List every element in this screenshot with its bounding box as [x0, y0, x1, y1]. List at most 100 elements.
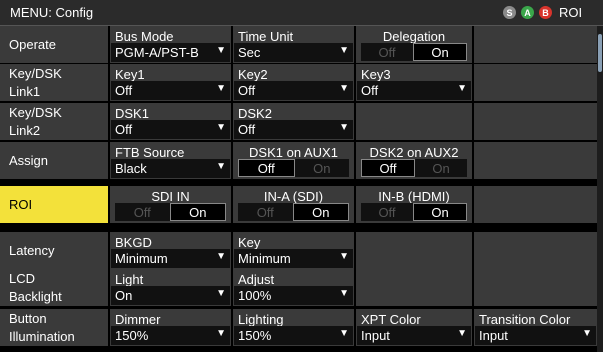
- on-off-toggle[interactable]: Off On: [238, 203, 349, 221]
- setting-dropdown[interactable]: Black ▼: [111, 159, 230, 178]
- toggle-off-option[interactable]: Off: [361, 43, 413, 61]
- triangle-down-icon: ▼: [216, 328, 226, 339]
- row-label: Latency: [0, 232, 108, 269]
- row-label: ROI: [0, 186, 108, 223]
- setting-dropdown[interactable]: 150% ▼: [111, 326, 230, 345]
- setting-cell: Key Minimum ▼: [233, 232, 354, 269]
- config-row: Latency BKGD Minimum ▼ Key Minimum ▼: [0, 232, 597, 269]
- on-off-toggle[interactable]: Off On: [361, 159, 467, 177]
- setting-cell: Transition Color Input ▼: [474, 309, 597, 346]
- setting-dropdown[interactable]: Off ▼: [111, 81, 230, 100]
- setting-cell: IN-A (SDI) Off On: [233, 186, 354, 223]
- empty-cell: [356, 103, 472, 140]
- dropdown-value: 150%: [238, 328, 272, 343]
- setting-cell: Adjust 100% ▼: [233, 269, 354, 306]
- row-label: Button Illumination: [0, 309, 108, 346]
- setting-label: Light: [115, 272, 144, 287]
- on-off-toggle[interactable]: Off On: [361, 203, 467, 221]
- empty-cell: [356, 232, 472, 269]
- on-off-toggle[interactable]: Off On: [238, 159, 349, 177]
- setting-dropdown[interactable]: Minimum ▼: [234, 249, 353, 268]
- toggle-off-option[interactable]: Off: [115, 203, 170, 221]
- row-label-text: Operate: [9, 37, 56, 52]
- setting-dropdown[interactable]: 150% ▼: [234, 326, 353, 345]
- toggle-on-option[interactable]: On: [413, 203, 467, 221]
- toggle-on-option[interactable]: On: [295, 159, 350, 177]
- triangle-down-icon: ▼: [216, 83, 226, 94]
- toggle-off-option[interactable]: Off: [238, 203, 293, 221]
- setting-label: Dimmer: [115, 312, 161, 327]
- dropdown-value: Minimum: [238, 251, 291, 266]
- badge-a: A: [521, 6, 534, 19]
- setting-label: Adjust: [238, 272, 275, 287]
- row-label-text: ROI: [9, 197, 33, 212]
- config-screen: { "header": { "title": "MENU: Config", "…: [0, 0, 603, 352]
- setting-cell: SDI IN Off On: [110, 186, 231, 223]
- setting-dropdown[interactable]: Sec ▼: [234, 43, 353, 62]
- row-label: Key/DSK Link2: [0, 103, 108, 140]
- toggle-on-option[interactable]: On: [292, 203, 349, 221]
- config-row: LCD Backlight Light On ▼ Adjust 100% ▼: [0, 269, 597, 306]
- setting-dropdown[interactable]: Input ▼: [357, 326, 471, 345]
- empty-cell: [474, 269, 597, 306]
- setting-label: Key2: [238, 67, 268, 82]
- triangle-down-icon: ▼: [457, 83, 467, 94]
- title-bar: MENU: Config S A B ROI: [0, 0, 603, 26]
- on-off-toggle[interactable]: Off On: [115, 203, 226, 221]
- toggle-on-option[interactable]: On: [169, 203, 226, 221]
- toggle-off-option[interactable]: Off: [238, 159, 295, 177]
- setting-cell: IN-B (HDMI) Off On: [356, 186, 472, 223]
- roi-indicator: ROI: [559, 5, 583, 20]
- setting-cell: Key3 Off ▼: [356, 64, 472, 101]
- dropdown-value: 100%: [238, 288, 272, 303]
- triangle-down-icon: ▼: [216, 122, 226, 133]
- toggle-on-option[interactable]: On: [415, 159, 467, 177]
- setting-cell: BKGD Minimum ▼: [110, 232, 231, 269]
- setting-label: Time Unit: [238, 29, 294, 44]
- row-label-line: Key/DSK: [9, 104, 62, 120]
- toggle-off-option[interactable]: Off: [361, 159, 415, 177]
- setting-dropdown[interactable]: Off ▼: [234, 120, 353, 139]
- empty-cell: [474, 64, 597, 101]
- row-label-line: LCD: [9, 270, 36, 286]
- empty-cell: [474, 142, 597, 179]
- dropdown-value: 150%: [115, 328, 149, 343]
- setting-cell: Lighting 150% ▼: [233, 309, 354, 346]
- menu-title: MENU: Config: [10, 5, 94, 20]
- setting-label: Key: [238, 235, 261, 250]
- setting-dropdown[interactable]: Input ▼: [475, 326, 596, 345]
- scrollbar[interactable]: [597, 26, 603, 352]
- setting-label: FTB Source: [115, 145, 185, 160]
- setting-cell: DSK1 on AUX1 Off On: [233, 142, 354, 179]
- toggle-off-option[interactable]: Off: [361, 203, 413, 221]
- setting-dropdown[interactable]: Off ▼: [357, 81, 471, 100]
- row-label: LCD Backlight: [0, 269, 108, 306]
- on-off-toggle[interactable]: Off On: [361, 43, 467, 61]
- dropdown-value: PGM-A/PST-B: [115, 45, 199, 60]
- setting-label: BKGD: [115, 235, 152, 250]
- triangle-down-icon: ▼: [216, 288, 226, 299]
- triangle-down-icon: ▼: [457, 328, 467, 339]
- dropdown-value: Sec: [238, 45, 261, 60]
- toggle-on-option[interactable]: On: [413, 43, 467, 61]
- scrollbar-thumb[interactable]: [598, 34, 602, 72]
- config-row: Key/DSK Link1 Key1 Off ▼ Key2 Off ▼ Key3 Off ▼: [0, 64, 597, 101]
- setting-label: Bus Mode: [115, 29, 174, 44]
- setting-label: DSK2: [238, 106, 272, 121]
- setting-dropdown[interactable]: Off ▼: [234, 81, 353, 100]
- setting-cell: DSK1 Off ▼: [110, 103, 231, 140]
- setting-dropdown[interactable]: On ▼: [111, 286, 230, 305]
- row-label-line: Illumination: [9, 328, 75, 344]
- empty-cell: [474, 103, 597, 140]
- setting-cell: Key1 Off ▼: [110, 64, 231, 101]
- setting-dropdown[interactable]: Minimum ▼: [111, 249, 230, 268]
- setting-cell: DSK2 Off ▼: [233, 103, 354, 140]
- badge-b: B: [539, 6, 552, 19]
- row-label: Key/DSK Link1: [0, 64, 108, 101]
- row-label-line: Link1: [9, 83, 41, 99]
- setting-dropdown[interactable]: PGM-A/PST-B ▼: [111, 43, 230, 62]
- row-label-text: Latency: [9, 243, 55, 258]
- setting-dropdown[interactable]: 100% ▼: [234, 286, 353, 305]
- setting-dropdown[interactable]: Off ▼: [111, 120, 230, 139]
- config-row: Assign FTB Source Black ▼ DSK1 on AUX1 Off On D…: [0, 142, 597, 179]
